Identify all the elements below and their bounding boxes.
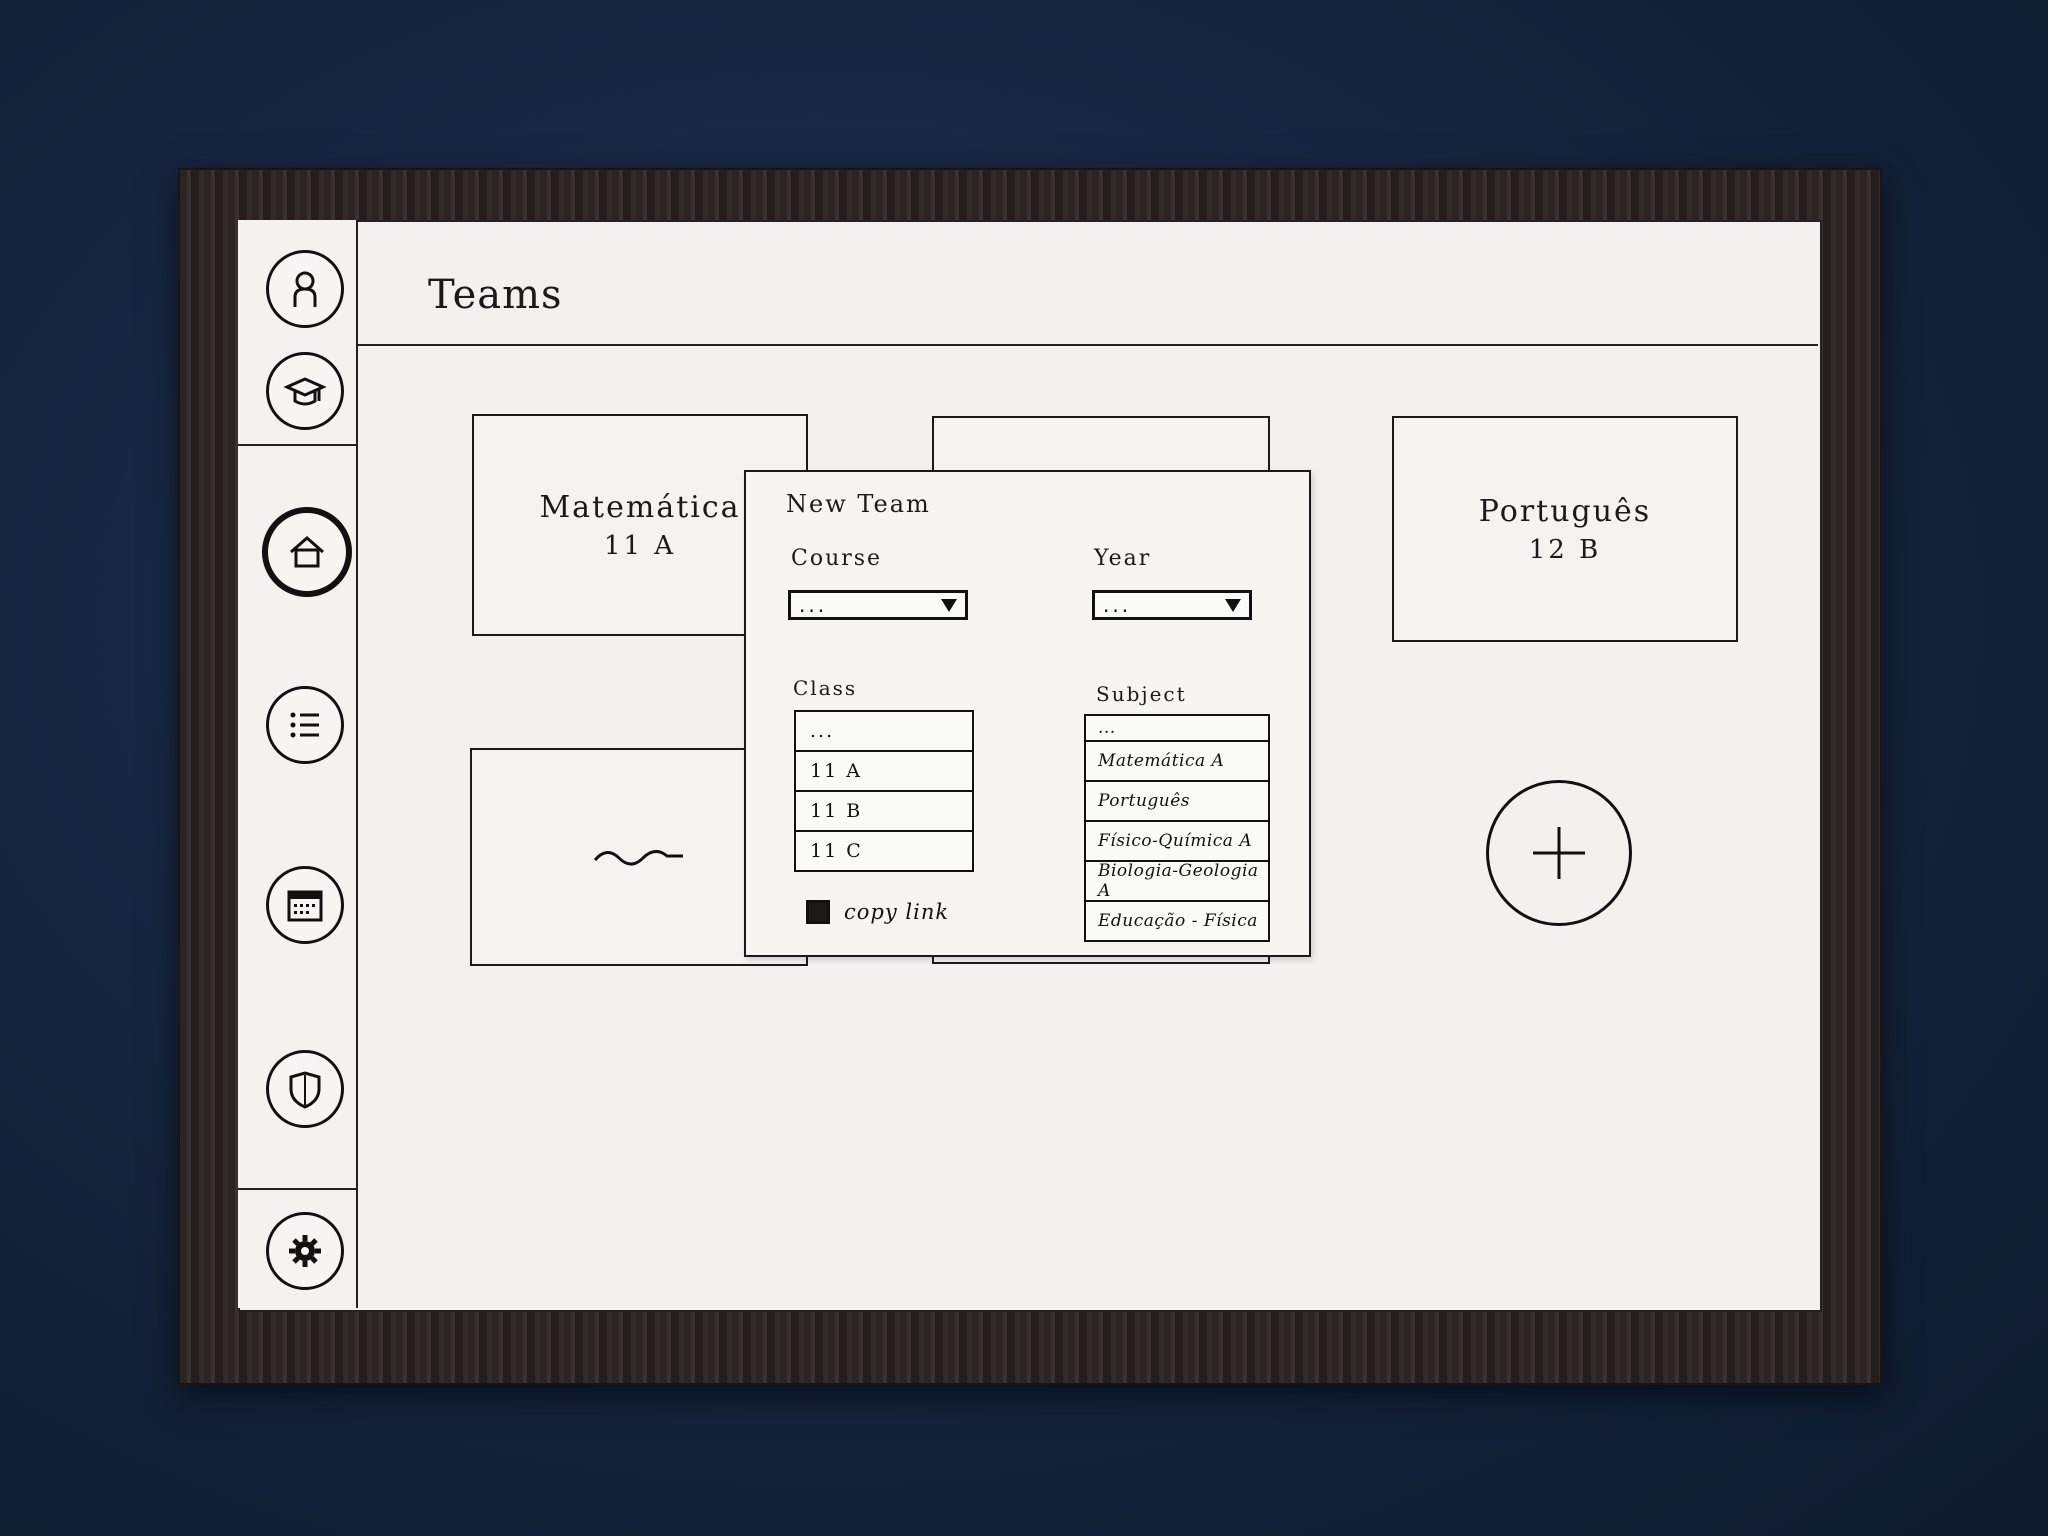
subject-option[interactable]: Matemática A [1086, 742, 1268, 782]
course-label: Course [791, 546, 883, 571]
calendar-icon [287, 890, 323, 922]
subject-option[interactable]: Educação - Física [1086, 902, 1268, 940]
sidebar-item-list[interactable] [266, 686, 344, 764]
team-class: 11 A [603, 530, 677, 561]
team-card-2[interactable] [932, 416, 1270, 478]
chevron-down-icon [941, 598, 957, 612]
course-value: ... [799, 593, 828, 617]
sidebar-item-calendar[interactable] [266, 866, 344, 944]
sidebar [238, 220, 358, 1308]
year-value: ... [1103, 593, 1132, 617]
subject-list: ... Matemática A Português Físico-Químic… [1084, 714, 1270, 942]
team-class: 12 B [1528, 534, 1602, 565]
class-option[interactable]: ... [796, 712, 972, 752]
subject-option[interactable]: Físico-Química A [1086, 822, 1268, 862]
sidebar-item-home[interactable] [262, 507, 352, 597]
class-option[interactable]: 11 C [796, 832, 972, 870]
page-title: Teams [428, 272, 563, 318]
subject-option[interactable]: Biologia-Geologia A [1086, 861, 1268, 902]
squiggle-placeholder [593, 850, 683, 866]
subject-option[interactable]: ... [1086, 716, 1268, 742]
plus-icon [1533, 827, 1585, 879]
dialog-title: New Team [786, 490, 931, 518]
course-select[interactable]: ... [788, 590, 968, 620]
copy-link-checkbox[interactable]: copy link [806, 900, 949, 924]
class-list: ... 11 A 11 B 11 C [794, 710, 974, 872]
team-name: Português [1478, 493, 1652, 529]
shield-icon [289, 1071, 321, 1109]
subject-option[interactable]: Português [1086, 782, 1268, 822]
team-name: Matemática [539, 489, 741, 525]
year-label: Year [1094, 546, 1152, 571]
gear-icon [289, 1235, 321, 1267]
home-icon [290, 536, 324, 568]
class-option[interactable]: 11 A [796, 752, 972, 792]
user-icon [293, 271, 317, 307]
sidebar-item-courses[interactable] [266, 352, 344, 430]
class-option[interactable]: 11 B [796, 792, 972, 832]
add-team-button[interactable] [1486, 780, 1632, 926]
chevron-down-icon [1225, 598, 1241, 612]
page-header: Teams [358, 220, 1818, 346]
class-label: Class [793, 676, 858, 700]
copy-link-label: copy link [844, 900, 950, 924]
team-card-portugues[interactable]: Português 12 B [1392, 416, 1738, 642]
list-icon [290, 712, 319, 738]
sidebar-item-security[interactable] [266, 1050, 344, 1128]
checkbox-checked[interactable] [806, 900, 830, 924]
graduation-cap-icon [283, 377, 327, 406]
subject-label: Subject [1096, 682, 1187, 706]
sidebar-item-settings[interactable] [266, 1212, 344, 1290]
year-select[interactable]: ... [1092, 590, 1252, 620]
sidebar-item-profile[interactable] [266, 250, 344, 328]
